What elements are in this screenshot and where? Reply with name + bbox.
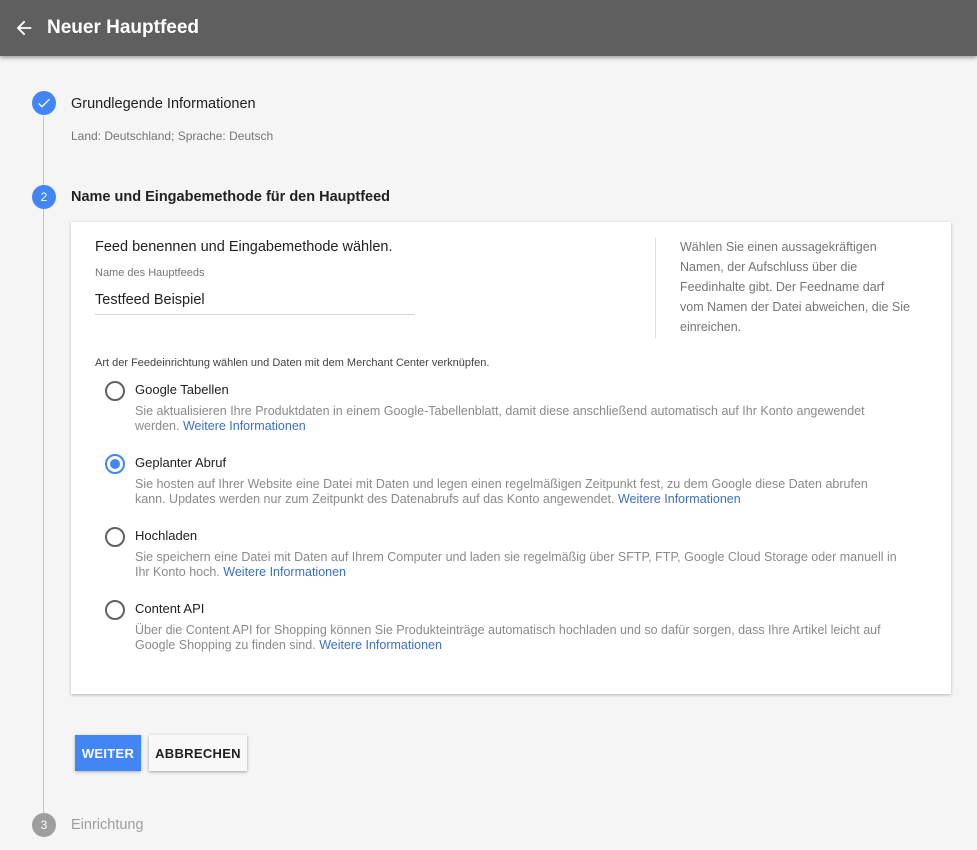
feed-name-input[interactable]: [95, 285, 415, 315]
back-button[interactable]: [4, 8, 44, 48]
option-description: Sie aktualisieren Ihre Produktdaten in e…: [135, 404, 865, 433]
radio-upload[interactable]: [105, 527, 125, 547]
arrow-left-icon: [16, 20, 32, 36]
learn-more-link[interactable]: Weitere Informationen: [319, 638, 442, 652]
step-2-indicator: 2: [32, 185, 56, 209]
radio-scheduled-fetch[interactable]: [105, 454, 125, 474]
step-1-indicator: [32, 91, 56, 115]
check-icon: [38, 98, 50, 108]
step-1-title[interactable]: Grundlegende Informationen: [71, 96, 256, 112]
option-description: Über die Content API for Shopping können…: [135, 623, 881, 652]
help-divider: [655, 238, 656, 338]
page-title: Neuer Hauptfeed: [47, 17, 200, 38]
option-title[interactable]: Content API: [135, 601, 204, 616]
card-heading: Feed benennen und Eingabemethode wählen.: [95, 239, 393, 255]
cancel-button[interactable]: ABBRECHEN: [149, 735, 247, 771]
step-2-title: Name und Eingabemethode für den Hauptfee…: [71, 189, 391, 205]
option-title[interactable]: Geplanter Abruf: [135, 455, 226, 470]
learn-more-link[interactable]: Weitere Informationen: [223, 565, 346, 579]
option-description: Sie speichern eine Datei mit Daten auf I…: [135, 550, 897, 579]
radio-content-api[interactable]: [105, 600, 125, 620]
stepper-line: [43, 209, 44, 814]
option-title[interactable]: Hochladen: [135, 528, 197, 543]
radio-google-sheets[interactable]: [105, 381, 125, 401]
stepper-line: [43, 116, 44, 186]
feed-name-label: Name des Hauptfeeds: [95, 267, 205, 279]
step-2-number: 2: [40, 190, 48, 204]
continue-button[interactable]: WEITER: [75, 735, 141, 771]
learn-more-link[interactable]: Weitere Informationen: [183, 419, 306, 433]
option-description: Sie hosten auf Ihrer Website eine Datei …: [135, 477, 868, 506]
learn-more-link[interactable]: Weitere Informationen: [618, 492, 741, 506]
step-1-summary: Land: Deutschland; Sprache: Deutsch: [71, 129, 274, 143]
feed-setup-card: Feed benennen und Eingabemethode wählen.…: [71, 222, 951, 694]
option-title[interactable]: Google Tabellen: [135, 382, 229, 397]
app-header: Neuer Hauptfeed: [0, 0, 977, 56]
feed-name-help-text: Wählen Sie einen aussagekräftigen Namen,…: [680, 240, 910, 334]
step-3-number: 3: [40, 818, 48, 832]
input-method-label: Art der Feedeinrichtung wählen und Daten…: [95, 357, 490, 369]
step-3-title: Einrichtung: [71, 817, 144, 833]
step-3-indicator: 3: [32, 813, 56, 837]
